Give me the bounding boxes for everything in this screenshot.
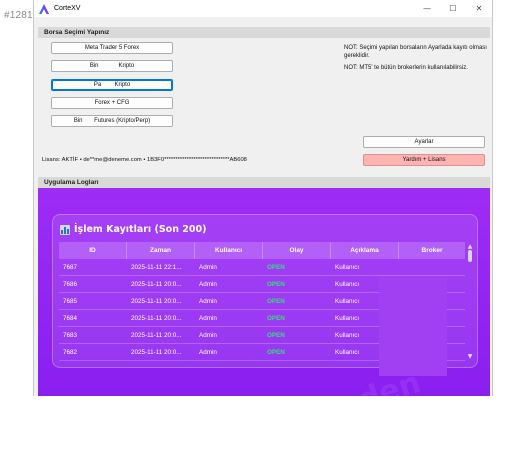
- cell-id: 7686: [63, 280, 78, 288]
- background-watermark: sahibinden: [237, 365, 425, 456]
- exchange-section-header: Borsa Seçimi Yapınız: [38, 27, 490, 38]
- settings-button[interactable]: Ayarlar: [363, 136, 485, 148]
- cell-user: Admin: [199, 280, 217, 288]
- help-license-button[interactable]: Yardım + Lisans: [363, 154, 485, 166]
- table-scrollbar[interactable]: ▲ ▼: [466, 242, 474, 364]
- cell-user: Admin: [199, 263, 217, 271]
- close-button[interactable]: ✕: [466, 0, 492, 17]
- cell-id: 7684: [63, 314, 78, 322]
- maximize-button[interactable]: ☐: [440, 0, 466, 17]
- note-mt5-brokers: NOT: MT5' te bütün brokerlerin kullanıla…: [344, 65, 468, 71]
- cell-event: OPEN: [267, 314, 285, 322]
- column-header-broker[interactable]: Broker: [399, 242, 465, 259]
- app-window: CorteXV — ☐ ✕ Borsa Seçimi Yapınız Meta …: [33, 0, 493, 456]
- redacted-area: [379, 276, 447, 376]
- cell-user: Admin: [199, 297, 217, 305]
- cell-user: Admin: [199, 348, 217, 356]
- cell-id: 7687: [63, 263, 78, 271]
- cell-time: 2025-11-11 20:0...: [131, 314, 182, 322]
- cell-id: 7683: [63, 331, 78, 339]
- cell-time: 2025-11-11 20:0...: [131, 348, 182, 356]
- cell-description: Kullanıcı: [335, 263, 360, 271]
- exchange-button-kripto-2[interactable]: Pa Kripto: [51, 79, 173, 91]
- title-bar: CorteXV — ☐ ✕: [34, 0, 492, 17]
- table-header: ID Zaman Kullanıcı Olay Açıklama Broker: [59, 242, 465, 259]
- cell-broker: [399, 259, 465, 275]
- cell-event: OPEN: [267, 263, 285, 271]
- scroll-up-icon[interactable]: ▲: [466, 242, 474, 250]
- cell-event: OPEN: [267, 331, 285, 339]
- license-status: Lisans: AKTİF • de**me@deneme.com • 1B3F…: [42, 157, 247, 163]
- cell-event: OPEN: [267, 348, 285, 356]
- scroll-thumb[interactable]: [468, 250, 472, 262]
- minimize-button[interactable]: —: [414, 0, 440, 17]
- logs-panel: sahibinden İşlem Kayıtları (Son 200) ID …: [38, 188, 490, 456]
- cell-time: 2025-11-11 20:0...: [131, 280, 182, 288]
- column-header-description[interactable]: Açıklama: [331, 242, 399, 259]
- cell-event: OPEN: [267, 297, 285, 305]
- table-row[interactable]: 7687 2025-11-11 22:1... Admin OPEN Kulla…: [59, 259, 465, 276]
- scroll-down-icon[interactable]: ▼: [466, 352, 474, 360]
- card-title-text: İşlem Kayıtları (Son 200): [74, 224, 207, 235]
- cell-time: 2025-11-11 20:0...: [131, 297, 182, 305]
- cell-event: OPEN: [267, 280, 285, 288]
- window-title: CorteXV: [54, 5, 81, 12]
- transactions-card: İşlem Kayıtları (Son 200) ID Zaman Kulla…: [52, 214, 478, 376]
- exchange-button-forex-cfg[interactable]: Forex + CFG: [51, 97, 173, 109]
- cell-time: 2025-11-11 20:0...: [131, 331, 182, 339]
- card-title: İşlem Kayıtları (Son 200): [60, 224, 206, 235]
- exchange-button-mt5[interactable]: Meta Trader 5 Forex: [51, 42, 173, 54]
- cell-user: Admin: [199, 314, 217, 322]
- cortex-logo-icon: [39, 3, 49, 14]
- cell-id: 7685: [63, 297, 78, 305]
- exchange-button-kripto-1[interactable]: Bin Kripto: [51, 60, 173, 72]
- note-exchange-settings: NOT: Seçimi yapılan borsaların Ayarlada …: [344, 45, 487, 59]
- column-header-time[interactable]: Zaman: [127, 242, 195, 259]
- bar-chart-icon: [60, 224, 70, 235]
- logs-section-header: Uygulama Logları: [38, 177, 490, 188]
- cell-user: Admin: [199, 331, 217, 339]
- column-header-event[interactable]: Olay: [263, 242, 331, 259]
- column-header-user[interactable]: Kullanıcı: [195, 242, 263, 259]
- cell-id: 7682: [63, 348, 78, 356]
- column-header-id[interactable]: ID: [59, 242, 127, 259]
- exchange-panel: Meta Trader 5 Forex Bin Kripto Pa Kripto…: [38, 38, 490, 176]
- cell-time: 2025-11-11 22:1...: [131, 263, 182, 271]
- exchange-button-futures[interactable]: Bin Futures (Kripto/Perp): [51, 115, 173, 127]
